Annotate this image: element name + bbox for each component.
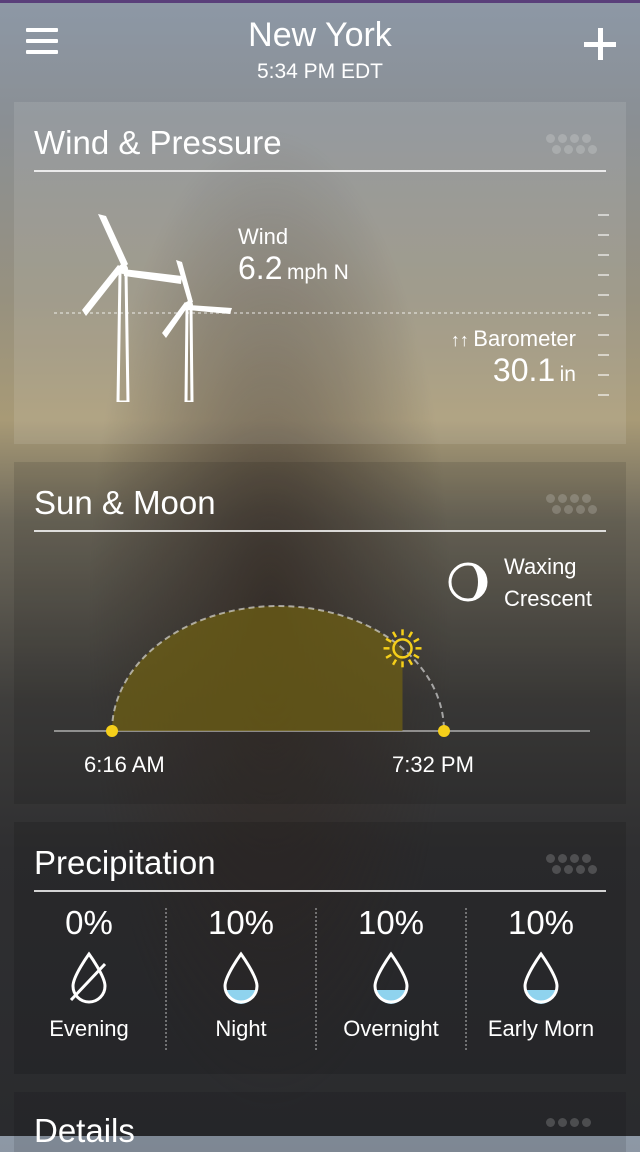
drag-handle-icon[interactable] bbox=[546, 852, 604, 876]
precip-column-night: 10% Night bbox=[166, 902, 316, 1042]
sun-moon-panel[interactable]: Sun & Moon Waxing Crescent 6:16 AM 7:32 … bbox=[14, 462, 626, 804]
sunrise-marker bbox=[106, 725, 118, 737]
panel-title: Sun & Moon bbox=[34, 484, 216, 521]
city-name: New York bbox=[248, 16, 392, 54]
local-time: 5:34 PM EDT bbox=[256, 60, 384, 83]
pressure-scale bbox=[598, 214, 610, 404]
drag-handle-icon[interactable] bbox=[546, 1116, 604, 1140]
add-location-button[interactable] bbox=[584, 28, 616, 60]
precip-column-early-morn: 10% Early Morn bbox=[466, 902, 616, 1042]
precip-column-overnight: 10% Overnight bbox=[316, 902, 466, 1042]
daylight-elapsed-area bbox=[112, 605, 403, 731]
drag-handle-icon[interactable] bbox=[546, 132, 604, 156]
precip-chance: 10% bbox=[357, 904, 425, 941]
wind-speed: 6.2 bbox=[238, 250, 283, 286]
drag-handle-icon[interactable] bbox=[546, 492, 604, 516]
wind-unit: mph N bbox=[286, 261, 349, 284]
precip-period: Evening bbox=[49, 1016, 129, 1041]
sunset-marker bbox=[438, 725, 450, 737]
no-rain-drop-icon bbox=[14, 950, 164, 1010]
sun-path-chart bbox=[54, 605, 590, 737]
rain-drop-icon bbox=[166, 950, 316, 1010]
barometer-label: Barometer bbox=[473, 326, 576, 351]
precip-chance: 10% bbox=[507, 904, 575, 941]
precip-period: Night bbox=[215, 1016, 267, 1041]
precip-period: Early Morn bbox=[487, 1016, 595, 1041]
panel-title: Wind & Pressure bbox=[34, 124, 282, 161]
precip-chance: 10% bbox=[207, 904, 275, 941]
details-panel[interactable]: Details bbox=[14, 1092, 626, 1152]
precipitation-panel[interactable]: Precipitation 0% Evening 10% Night 10% O… bbox=[14, 822, 626, 1074]
app-header: New York 5:34 PM EDT bbox=[0, 0, 640, 100]
barometer-unit: in bbox=[559, 363, 576, 386]
panel-title: Precipitation bbox=[34, 844, 216, 881]
divider bbox=[34, 170, 606, 172]
rain-drop-icon bbox=[466, 950, 616, 1010]
barometer-reading: 30.1 in bbox=[314, 352, 576, 389]
wind-label: Wind bbox=[238, 224, 289, 249]
divider bbox=[34, 890, 606, 892]
barometer-heading: ↑↑ Barometer bbox=[314, 326, 576, 352]
precip-period: Overnight bbox=[343, 1016, 439, 1041]
rain-drop-icon bbox=[316, 950, 466, 1010]
wind-reading: 6.2 mph N bbox=[238, 250, 349, 287]
wind-turbines-icon bbox=[82, 214, 232, 402]
precip-column-evening: 0% Evening bbox=[14, 902, 164, 1042]
wind-pressure-panel[interactable]: Wind & Pressure Wind 6.2 mph N ↑↑ Barome… bbox=[14, 102, 626, 444]
sunrise-time: 6:16 AM bbox=[84, 752, 165, 777]
moon-phase-line1: Waxing bbox=[504, 554, 577, 579]
divider bbox=[34, 530, 606, 532]
pressure-rising-icon: ↑↑ bbox=[450, 330, 469, 350]
barometer-value: 30.1 bbox=[492, 352, 556, 388]
precip-chance: 0% bbox=[65, 904, 113, 941]
panel-title: Details bbox=[34, 1112, 135, 1149]
sunset-time: 7:32 PM bbox=[392, 752, 474, 777]
